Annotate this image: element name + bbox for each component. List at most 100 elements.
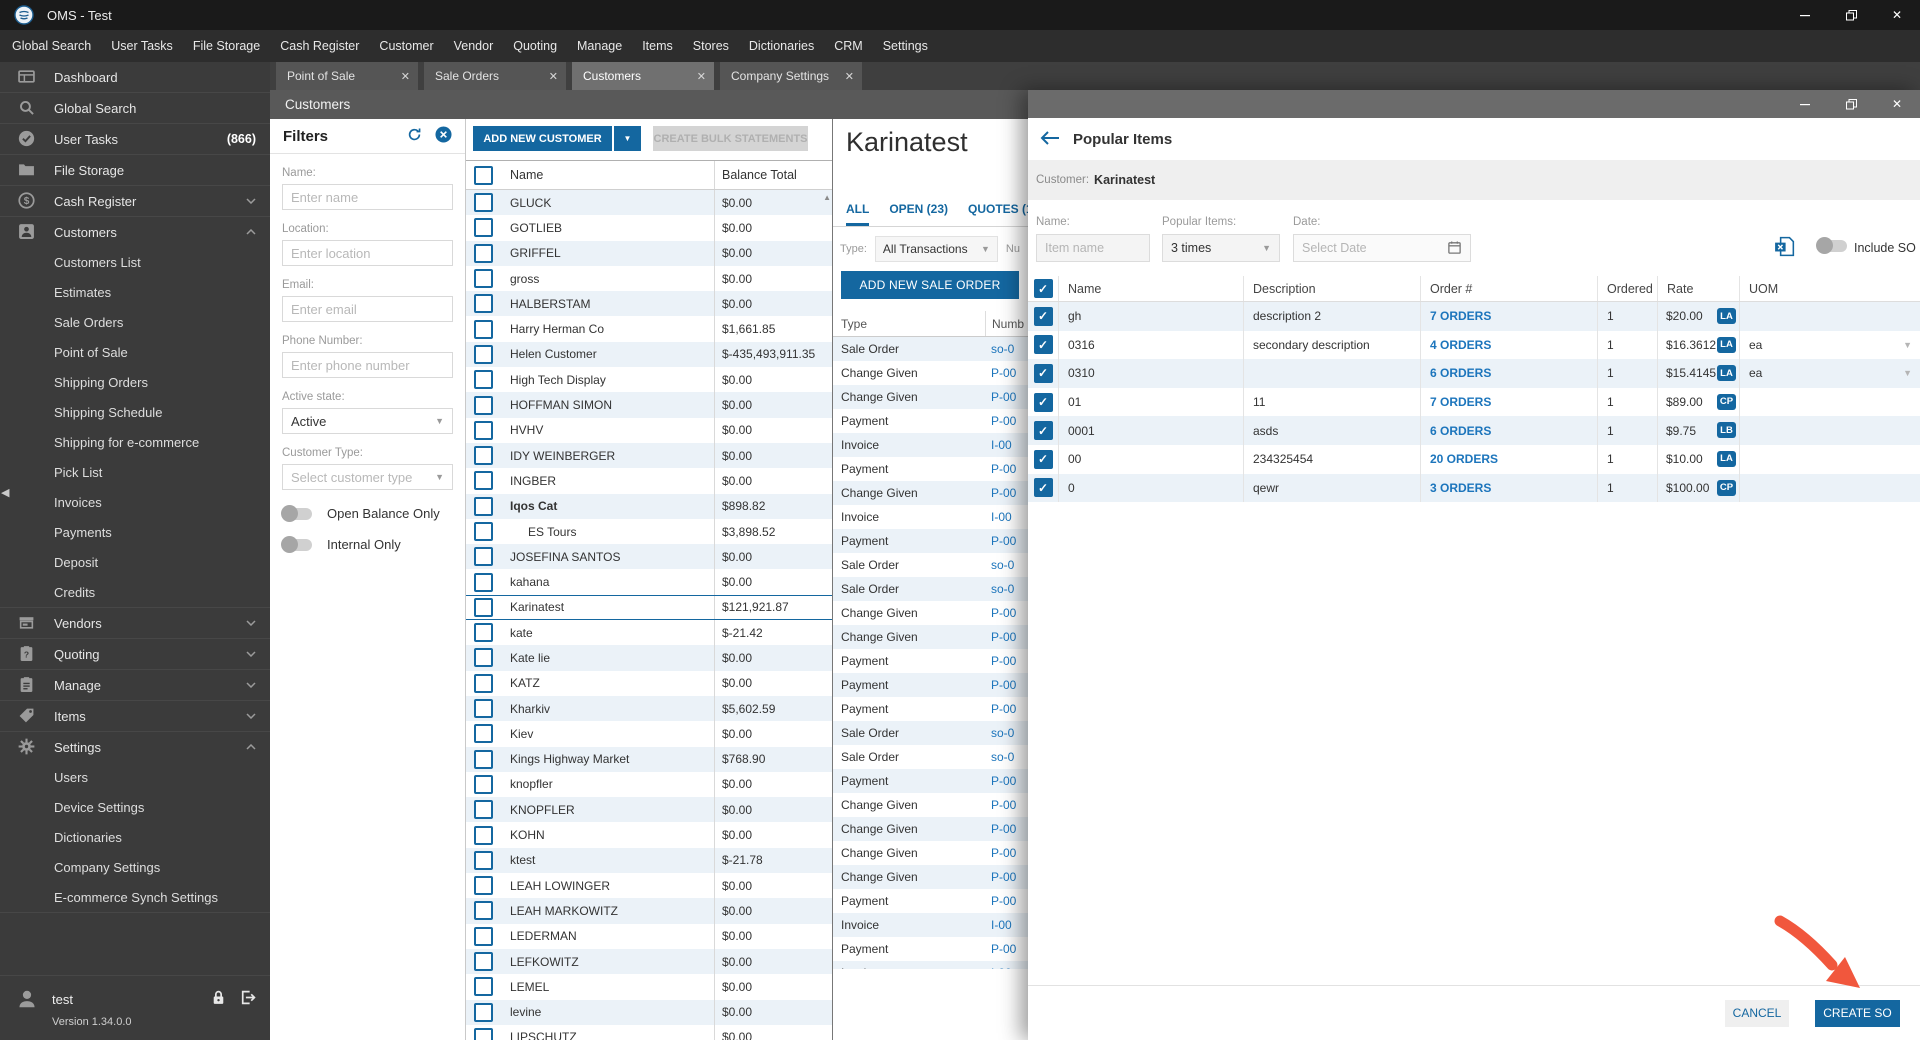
transaction-number-link[interactable]: P-00	[985, 630, 1032, 644]
close-icon[interactable]: ✕	[1874, 0, 1920, 30]
transaction-row[interactable]: Sale Order so-0	[833, 337, 1032, 361]
transaction-number-link[interactable]: P-00	[985, 894, 1032, 908]
back-arrow-icon[interactable]	[1040, 130, 1060, 149]
transaction-row[interactable]: Payment P-00	[833, 529, 1032, 553]
orders-link[interactable]: 6 ORDERS	[1430, 366, 1491, 380]
checkbox[interactable]	[1033, 363, 1053, 383]
menu-user-tasks[interactable]: User Tasks	[101, 30, 183, 62]
close-icon[interactable]: ✕	[401, 70, 410, 83]
customer-row-iqos-cat[interactable]: Iqos Cat $898.82	[466, 493, 832, 519]
sidebar-item-sale-orders[interactable]: Sale Orders	[0, 307, 270, 337]
checkbox[interactable]	[1033, 449, 1053, 469]
transaction-row[interactable]: Payment P-00	[833, 889, 1032, 913]
item-name-input[interactable]	[1036, 234, 1150, 262]
transaction-row[interactable]: Change Given P-00	[833, 481, 1032, 505]
popular-item-row-0[interactable]: 0qewr 3 ORDERS 1 $100.00 CP	[1028, 473, 1920, 503]
customer-row-lefkowitz[interactable]: LEFKOWITZ $0.00	[466, 948, 832, 975]
sidebar-item-global-search[interactable]: Global Search	[0, 92, 270, 123]
checkbox[interactable]	[473, 370, 493, 390]
orders-link[interactable]: 3 ORDERS	[1430, 481, 1491, 495]
menu-manage[interactable]: Manage	[567, 30, 632, 62]
transaction-type-select[interactable]: All Transactions ▼	[874, 236, 998, 262]
checkbox[interactable]	[473, 243, 493, 263]
checkbox[interactable]	[473, 446, 493, 466]
filter-input-name[interactable]	[282, 184, 453, 210]
sidebar-item-deposit[interactable]: Deposit	[0, 547, 270, 577]
checkbox[interactable]	[473, 420, 493, 440]
menu-quoting[interactable]: Quoting	[503, 30, 567, 62]
sidebar-item-shipping-for-e-commerce[interactable]: Shipping for e-commerce	[0, 427, 270, 457]
customer-row-kings-highway-market[interactable]: Kings Highway Market $768.90	[466, 746, 832, 772]
sidebar-item-company-settings[interactable]: Company Settings	[0, 852, 270, 882]
checkbox[interactable]	[1033, 421, 1053, 441]
customer-row-ktest[interactable]: ktest $-21.78	[466, 847, 832, 874]
sidebar-item-pick-list[interactable]: Pick List	[0, 457, 270, 487]
checkbox[interactable]	[473, 218, 493, 238]
customer-row-kharkiv[interactable]: Kharkiv $5,602.59	[466, 695, 832, 722]
transaction-row[interactable]: Change Given P-00	[833, 865, 1032, 889]
transaction-number-link[interactable]: P-00	[985, 846, 1032, 860]
close-icon[interactable]: ✕	[845, 70, 854, 83]
checkbox[interactable]	[473, 749, 493, 769]
menu-stores[interactable]: Stores	[683, 30, 739, 62]
sidebar-item-dictionaries[interactable]: Dictionaries	[0, 822, 270, 852]
transaction-number-link[interactable]: P-00	[985, 870, 1032, 884]
menu-items[interactable]: Items	[632, 30, 683, 62]
transaction-number-link[interactable]: P-00	[985, 822, 1032, 836]
menu-cash-register[interactable]: Cash Register	[270, 30, 369, 62]
customer-row-hvhv[interactable]: HVHV $0.00	[466, 417, 832, 443]
customer-row-kahana[interactable]: kahana $0.00	[466, 569, 832, 595]
transaction-number-link[interactable]: so-0	[985, 726, 1032, 740]
menu-settings[interactable]: Settings	[873, 30, 938, 62]
transaction-number-link[interactable]: P-00	[985, 678, 1032, 692]
minimize-icon[interactable]	[1782, 0, 1828, 30]
transaction-row[interactable]: Change Given P-00	[833, 601, 1032, 625]
sidebar-item-user-tasks[interactable]: User Tasks (866)	[0, 123, 270, 154]
transaction-row[interactable]: Sale Order so-0	[833, 553, 1032, 577]
checkbox[interactable]	[473, 1002, 493, 1022]
customer-row-idy-weinberger[interactable]: IDY WEINBERGER $0.00	[466, 442, 832, 469]
transaction-row[interactable]: Change Given P-00	[833, 793, 1032, 817]
transaction-row[interactable]: Payment P-00	[833, 937, 1032, 961]
cancel-button[interactable]: CANCEL	[1725, 999, 1789, 1027]
customer-row-josefina-santos[interactable]: JOSEFINA SANTOS $0.00	[466, 544, 832, 570]
transaction-number-link[interactable]: I-00	[985, 438, 1032, 452]
refresh-icon[interactable]	[407, 127, 422, 145]
transaction-row[interactable]: Change Given P-00	[833, 841, 1032, 865]
transaction-number-link[interactable]: P-00	[985, 414, 1032, 428]
tab-company-settings[interactable]: Company Settings ✕	[720, 62, 862, 90]
transaction-number-link[interactable]: P-00	[985, 654, 1032, 668]
orders-link[interactable]: 7 ORDERS	[1430, 395, 1491, 409]
customer-row-ingber[interactable]: INGBER $0.00	[466, 468, 832, 494]
customer-row-kate-lie[interactable]: Kate lie $0.00	[466, 645, 832, 671]
sidebar-item-estimates[interactable]: Estimates	[0, 277, 270, 307]
checkbox[interactable]	[473, 774, 493, 794]
customer-row-kate[interactable]: kate $-21.42	[466, 620, 832, 646]
checkbox[interactable]	[473, 496, 493, 516]
transaction-number-link[interactable]: P-00	[985, 702, 1032, 716]
checkbox[interactable]	[473, 724, 493, 744]
transaction-row[interactable]: Sale Order so-0	[833, 721, 1032, 745]
transaction-number-link[interactable]: P-00	[985, 798, 1032, 812]
filter-input-phone-number[interactable]	[282, 352, 453, 378]
popular-item-row-0310[interactable]: 0310 6 ORDERS 1 $15.4145LAea▼	[1028, 359, 1920, 388]
sidebar-item-settings[interactable]: Settings	[0, 731, 270, 762]
transaction-row[interactable]: Payment P-00	[833, 649, 1032, 673]
checkbox[interactable]	[473, 1027, 493, 1040]
transaction-row[interactable]: Payment P-00	[833, 769, 1032, 793]
customer-row-karinatest[interactable]: Karinatest $121,921.87	[466, 594, 832, 621]
close-icon[interactable]: ✕	[697, 70, 706, 83]
clear-filters-icon[interactable]	[435, 126, 452, 146]
checkbox[interactable]	[473, 597, 493, 617]
checkbox[interactable]	[1033, 392, 1053, 412]
customer-row-lemel[interactable]: LEMEL $0.00	[466, 974, 832, 1000]
transaction-row[interactable]: Invoice I-00	[833, 913, 1032, 937]
sidebar-item-manage[interactable]: Manage	[0, 669, 270, 700]
popular-item-row-0001[interactable]: 0001asds 6 ORDERS 1 $9.75 LB	[1028, 416, 1920, 445]
sidebar-item-shipping-orders[interactable]: Shipping Orders	[0, 367, 270, 397]
select-all-items-checkbox[interactable]	[1033, 279, 1053, 298]
customer-row-hoffman-simon[interactable]: HOFFMAN SIMON $0.00	[466, 392, 832, 418]
checkbox[interactable]	[473, 623, 493, 643]
sidebar-item-credits[interactable]: Credits	[0, 577, 270, 607]
tab-point-of-sale[interactable]: Point of Sale ✕	[276, 62, 418, 90]
